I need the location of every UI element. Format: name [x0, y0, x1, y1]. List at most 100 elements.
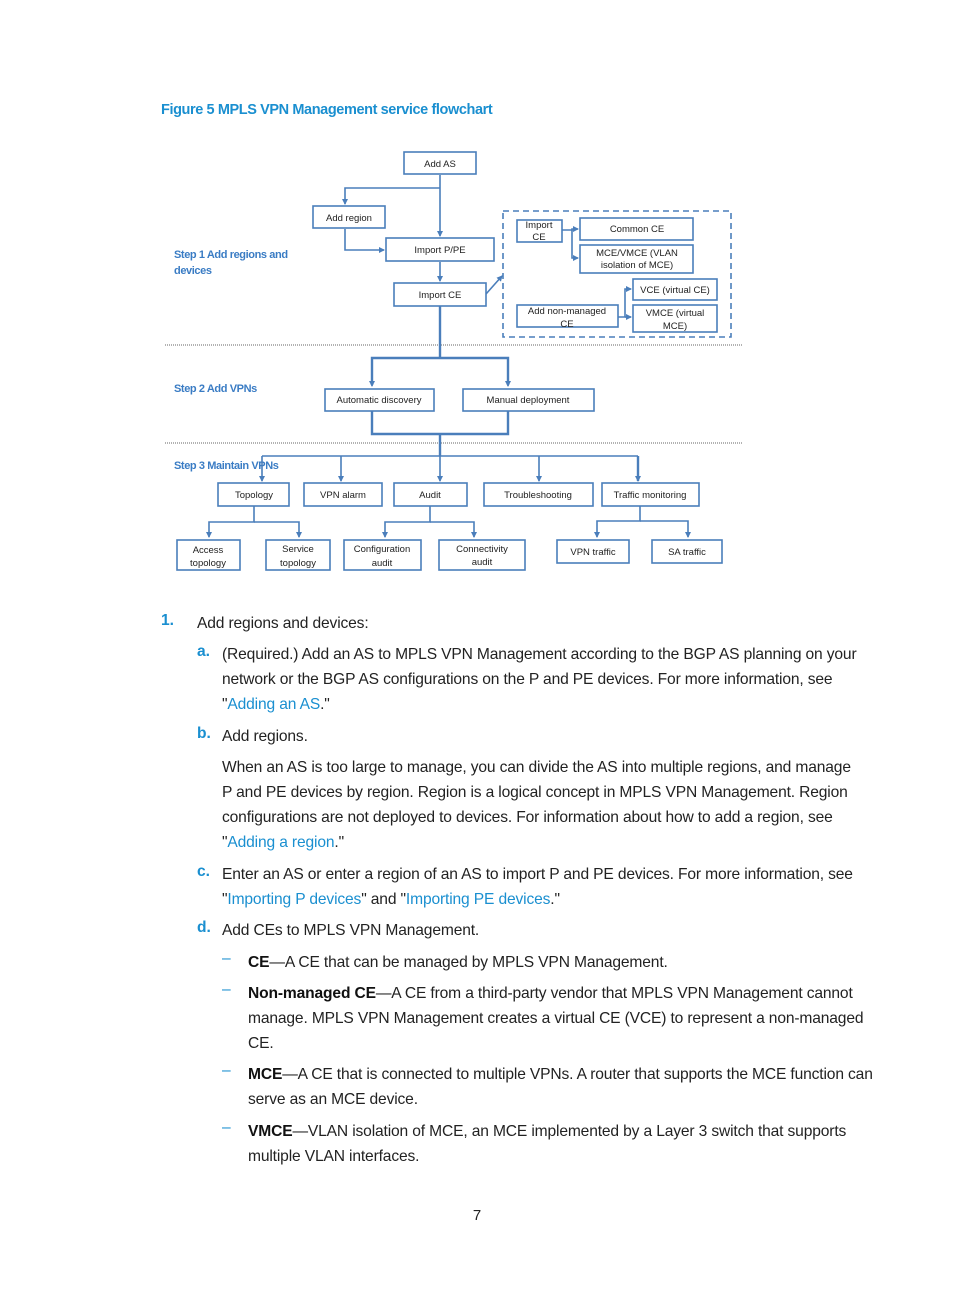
connector — [344, 229, 385, 253]
text-line: manage. MPLS VPN Management creates a vi… — [248, 1010, 864, 1027]
term: Non-managed CE — [248, 985, 376, 1002]
topology-label: Topology — [235, 490, 273, 501]
import-ppe-label: Import P/PE — [414, 245, 465, 256]
bullet-dash: – — [222, 981, 231, 998]
text-line: Non-managed CE—A CE from a third-party v… — [248, 981, 863, 1006]
vce-label: VCE (virtual CE) — [640, 285, 710, 296]
mce-vmce-label: MCE/VMCE (VLAN — [596, 248, 678, 259]
importing-p-devices-link[interactable]: Importing P devices — [227, 891, 361, 908]
term: CE — [248, 954, 270, 971]
text-line: "Adding an AS." — [222, 692, 857, 717]
bullet-mce: MCE—A CE that is connected to multiple V… — [248, 1062, 873, 1112]
connector — [594, 506, 641, 538]
sub-label: c. — [197, 863, 211, 880]
quote: ." — [334, 834, 344, 851]
import-ce-inner-label: Import — [526, 220, 553, 231]
audit-label: Audit — [419, 490, 441, 501]
service-topology-label: topology — [280, 558, 316, 569]
text-line: network or the BGP AS configurations on … — [222, 671, 833, 688]
vpn-alarm-label: VPN alarm — [320, 490, 366, 501]
adding-a-region-link[interactable]: Adding a region — [227, 834, 334, 851]
connector — [618, 286, 632, 318]
config-audit-label: audit — [372, 558, 393, 569]
service-topology-label: Service — [282, 544, 314, 555]
bullet-dash: – — [222, 950, 231, 967]
definition: —A CE from a third-party vendor that MPL… — [375, 985, 853, 1002]
auto-discovery-label: Automatic discovery — [336, 395, 421, 406]
term: MCE — [248, 1066, 283, 1083]
step-b-text: Add regions. — [222, 728, 308, 745]
sub-label: b. — [197, 725, 211, 742]
vpn-traffic-label: VPN traffic — [570, 547, 615, 558]
text-line: CE. — [248, 1035, 274, 1052]
connector — [485, 275, 503, 295]
manual-deploy-label: Manual deployment — [487, 395, 570, 406]
text-line: Enter an AS or enter a region of an AS t… — [222, 866, 853, 883]
step-a-text: (Required.) Add an AS to MPLS VPN Manage… — [222, 642, 857, 717]
add-nonmanaged-ce-label: Add non-managed — [528, 306, 606, 317]
definition: —A CE that is connected to multiple VPNs… — [282, 1066, 873, 1083]
access-topology-label: Access — [193, 545, 224, 556]
traffic-monitoring-label: Traffic monitoring — [614, 490, 687, 501]
connectivity-audit-label: audit — [472, 557, 493, 568]
text-line: (Required.) Add an AS to MPLS VPN Manage… — [222, 646, 857, 663]
text-line: serve as an MCE device. — [248, 1091, 418, 1108]
text-line: CE—A CE that can be managed by MPLS VPN … — [248, 950, 668, 975]
connector — [562, 226, 579, 232]
vmce-label: MCE) — [663, 321, 687, 332]
import-ce-label: Import CE — [419, 290, 462, 301]
step-text: Add regions and devices: — [197, 615, 369, 632]
flowchart: Step 1 Add regions and devices Step 2 Ad… — [165, 151, 742, 571]
conjunction: " and " — [361, 891, 406, 908]
config-audit-label: Configuration — [354, 544, 411, 555]
sa-traffic-label: SA traffic — [668, 547, 706, 558]
bullet-non-managed-ce: Non-managed CE—A CE from a third-party v… — [248, 981, 864, 1056]
connector — [640, 520, 691, 538]
connector — [254, 521, 302, 538]
bullet-vmce: VMCE—VLAN isolation of MCE, an MCE imple… — [248, 1119, 846, 1169]
importing-pe-devices-link[interactable]: Importing PE devices — [406, 891, 550, 908]
add-as-label: Add AS — [424, 159, 456, 170]
definition: —A CE that can be managed by MPLS VPN Ma… — [269, 954, 668, 971]
common-ce-label: Common CE — [610, 224, 664, 235]
connector — [382, 506, 431, 538]
step3-label: Step 3 Maintain VPNs — [174, 460, 279, 472]
vmce-label: VMCE (virtual — [646, 308, 705, 319]
page-number: 7 — [472, 1207, 482, 1224]
list-number: 1. — [161, 612, 175, 629]
sub-label: a. — [197, 643, 211, 660]
term: VMCE — [248, 1123, 293, 1140]
connector — [206, 506, 255, 538]
definition: —VLAN isolation of MCE, an MCE implement… — [292, 1123, 847, 1140]
bullet-ce: CE—A CE that can be managed by MPLS VPN … — [248, 950, 668, 975]
text-line: VMCE—VLAN isolation of MCE, an MCE imple… — [248, 1119, 846, 1144]
add-region-label: Add region — [326, 213, 372, 224]
step-c-text: Enter an AS or enter a region of an AS t… — [222, 862, 853, 912]
import-ce-inner-label: CE — [532, 232, 545, 243]
step2-label: Step 2 Add VPNs — [174, 383, 257, 395]
step1-label: Step 1 Add regions and — [174, 249, 288, 261]
connector — [571, 230, 579, 261]
connector — [430, 521, 477, 538]
quote: ." — [320, 696, 330, 713]
mce-vmce-label: isolation of MCE) — [601, 260, 673, 271]
text-line: When an AS is too large to manage, you c… — [222, 759, 851, 776]
step-d-text: Add CEs to MPLS VPN Management. — [222, 922, 480, 939]
connector — [342, 187, 440, 205]
text-line: multiple VLAN interfaces. — [248, 1148, 420, 1165]
adding-an-as-link[interactable]: Adding an AS — [227, 696, 320, 713]
text-line: "Importing P devices" and "Importing PE … — [222, 887, 853, 912]
connector — [370, 356, 510, 385]
sub-label: d. — [197, 919, 211, 936]
bullet-dash: – — [222, 1119, 231, 1136]
text-line: P and PE devices by region. Region is a … — [222, 784, 848, 801]
troubleshooting-label: Troubleshooting — [504, 490, 572, 501]
text-line: MCE—A CE that is connected to multiple V… — [248, 1062, 873, 1087]
connectivity-audit-label: Connectivity — [456, 544, 508, 555]
text-line: "Adding a region." — [222, 830, 851, 855]
access-topology-label: topology — [190, 558, 226, 569]
text-line: configurations are not deployed to devic… — [222, 809, 833, 826]
step-b-paragraph: When an AS is too large to manage, you c… — [222, 755, 851, 855]
step1-label-cont: devices — [174, 265, 212, 277]
add-nonmanaged-ce-label: CE — [560, 319, 573, 330]
